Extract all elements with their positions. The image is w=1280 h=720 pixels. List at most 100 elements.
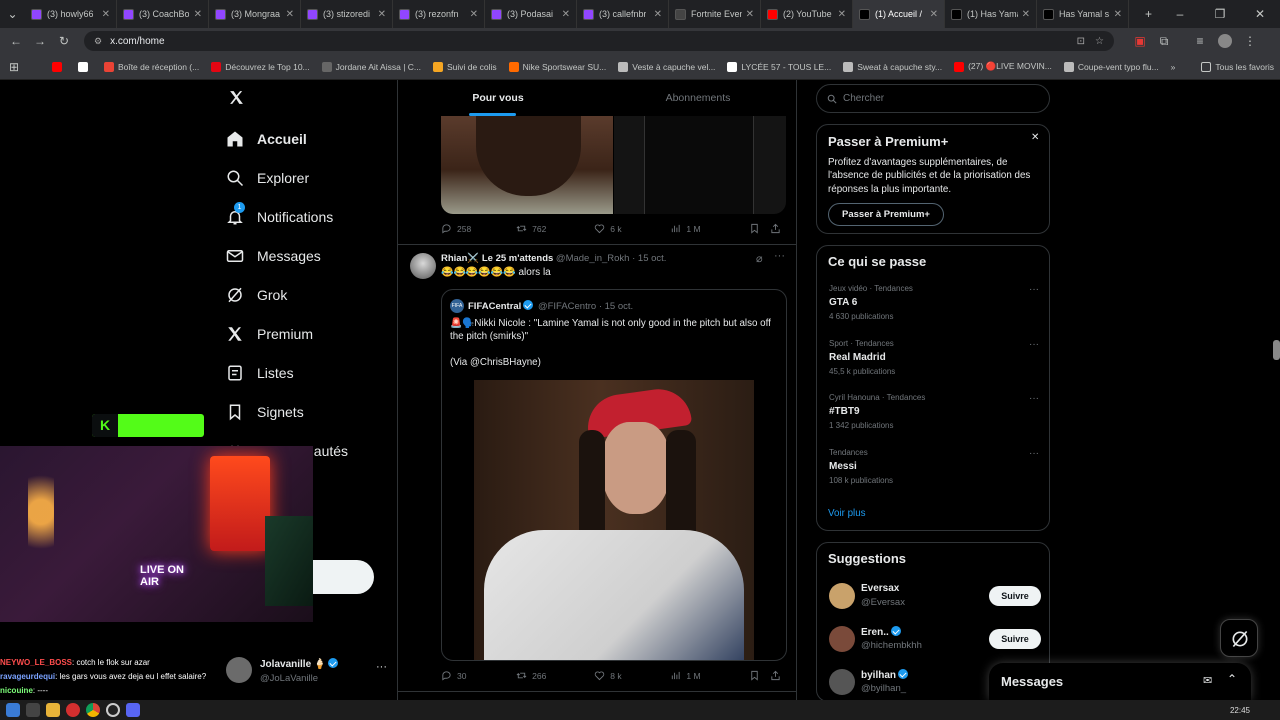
browser-tab[interactable]: (3) callefnbr ✕ bbox=[577, 0, 669, 28]
suggestion-avatar[interactable] bbox=[829, 583, 855, 609]
bookmark-item[interactable]: Coupe-vent typo flu... bbox=[1058, 61, 1165, 72]
url-input[interactable]: ⚙ x.com/home ⊡ ☆ bbox=[84, 31, 1114, 51]
tweet-more-icon[interactable]: ··· bbox=[774, 250, 785, 262]
views-button[interactable]: 1 M bbox=[670, 670, 748, 681]
trend-more-icon[interactable]: ··· bbox=[1029, 339, 1039, 350]
tab-close-icon[interactable]: ✕ bbox=[1110, 9, 1122, 20]
share-button[interactable] bbox=[770, 223, 786, 234]
taskbar-time[interactable]: 22:45 bbox=[1230, 706, 1250, 715]
scrollbar-thumb[interactable] bbox=[1273, 340, 1280, 360]
quote-photo[interactable] bbox=[474, 380, 754, 660]
minimize-icon[interactable]: – bbox=[1160, 7, 1200, 21]
bookmark-item[interactable]: (27) 🔴LIVE MOVIN... bbox=[948, 61, 1058, 72]
start-icon[interactable] bbox=[6, 703, 20, 717]
suggestion-item[interactable]: Eren.. @hichembkhh Suivre bbox=[829, 626, 1041, 656]
browser-tab[interactable]: (1) Accueil / ✕ bbox=[852, 0, 945, 28]
profile-avatar[interactable] bbox=[1218, 34, 1232, 48]
trend-item[interactable]: Sport · Tendances Real Madrid 45,5 k pub… bbox=[829, 339, 1039, 376]
opera-icon[interactable] bbox=[66, 703, 80, 717]
tweet-handle[interactable]: @Made_in_Rokh bbox=[556, 253, 630, 264]
tab-close-icon[interactable]: ✕ bbox=[374, 9, 386, 20]
trend-more-icon[interactable]: ··· bbox=[1029, 393, 1039, 404]
nav-bookmarks[interactable]: Signets bbox=[226, 403, 304, 421]
bookmark-button[interactable] bbox=[749, 670, 770, 681]
all-bookmarks[interactable]: Tous les favoris bbox=[1195, 61, 1280, 72]
views-button[interactable]: 1 M bbox=[670, 223, 748, 234]
tab-close-icon[interactable]: ✕ bbox=[926, 9, 938, 20]
browser-tab[interactable]: Fortnite Even ✕ bbox=[669, 0, 761, 28]
bookmark-item[interactable]: Nike Sportswear SU... bbox=[503, 61, 613, 72]
trend-more-icon[interactable]: ··· bbox=[1029, 284, 1039, 295]
browser-tab[interactable]: (3) stizoredi ✕ bbox=[301, 0, 393, 28]
nav-messages[interactable]: Messages bbox=[226, 247, 321, 265]
more-icon[interactable]: ··· bbox=[376, 661, 387, 673]
retweet-button[interactable]: 762 bbox=[516, 223, 594, 234]
messages-drawer[interactable]: Messages ✉ ⌃ bbox=[989, 663, 1251, 700]
extensions-puzzle-icon[interactable]: ⧉ bbox=[1152, 34, 1176, 49]
post-button[interactable] bbox=[306, 560, 374, 594]
browser-menu-icon[interactable]: ⋮ bbox=[1238, 34, 1262, 48]
like-button[interactable]: 8 k bbox=[594, 670, 670, 681]
back-icon[interactable]: ← bbox=[4, 34, 28, 48]
tab-close-icon[interactable]: ✕ bbox=[466, 9, 478, 20]
reload-icon[interactable]: ↻ bbox=[52, 34, 76, 48]
obs-icon[interactable] bbox=[106, 703, 120, 717]
tab-close-icon[interactable]: ✕ bbox=[650, 9, 662, 20]
tab-close-icon[interactable]: ✕ bbox=[834, 9, 846, 20]
bookmark-item[interactable] bbox=[72, 61, 98, 72]
bookmark-item[interactable]: Jordane Ait Aissa | C... bbox=[316, 61, 427, 72]
bookmark-item[interactable]: Boîte de réception (... bbox=[98, 61, 205, 72]
tab-close-icon[interactable]: ✕ bbox=[1018, 9, 1030, 20]
bookmark-item[interactable]: Suivi de colis bbox=[427, 61, 503, 72]
close-window-icon[interactable]: ✕ bbox=[1240, 7, 1280, 21]
follow-button[interactable]: Suivre bbox=[989, 629, 1041, 649]
reply-button[interactable]: 30 bbox=[441, 670, 516, 681]
apps-icon[interactable]: ⊞ bbox=[2, 60, 26, 74]
tweet-author[interactable]: Rhian⚔️ Le 25 m'attends bbox=[441, 253, 553, 264]
trend-item[interactable]: Jeux vidéo · Tendances GTA 6 4 630 publi… bbox=[829, 284, 1039, 321]
bookmark-item[interactable]: LYCÉE 57 - TOUS LE... bbox=[721, 61, 837, 72]
bookmarks-overflow-icon[interactable]: » bbox=[1165, 62, 1182, 72]
media-icon[interactable]: ≡ bbox=[1188, 34, 1212, 48]
account-switcher[interactable]: Jolavanille 🍦 @JoLaVanille ··· bbox=[226, 655, 387, 689]
new-tab-icon[interactable]: + bbox=[1137, 7, 1160, 21]
forward-icon[interactable]: → bbox=[28, 34, 52, 48]
browser-tab[interactable]: (3) Podasai ✕ bbox=[485, 0, 577, 28]
browser-tab[interactable]: (3) Mongraa ✕ bbox=[209, 0, 301, 28]
bookmark-item[interactable]: Veste à capuche vel... bbox=[612, 61, 721, 72]
browser-tab[interactable]: (1) Has Yama ✕ bbox=[945, 0, 1037, 28]
bookmark-item[interactable]: Sweat à capuche sty... bbox=[837, 61, 948, 72]
show-more-link[interactable]: Voir plus bbox=[828, 508, 866, 519]
quote-tweet[interactable]: FIFA FIFACentral @FIFACentro · 15 oct. 🚨… bbox=[441, 289, 787, 661]
tab-close-icon[interactable]: ✕ bbox=[282, 9, 294, 20]
follow-button[interactable]: Suivre bbox=[989, 586, 1041, 606]
nav-lists[interactable]: Listes bbox=[226, 364, 294, 382]
suggestion-avatar[interactable] bbox=[829, 669, 855, 695]
bookmark-button[interactable] bbox=[749, 223, 770, 234]
expand-icon[interactable]: ⌃ bbox=[1227, 672, 1237, 686]
like-button[interactable]: 6 k bbox=[594, 223, 670, 234]
page-scrollbar[interactable] bbox=[1273, 82, 1280, 700]
tab-close-icon[interactable]: ✕ bbox=[190, 9, 202, 20]
bookmark-item[interactable] bbox=[46, 61, 72, 72]
close-icon[interactable]: ✕ bbox=[1031, 132, 1039, 143]
site-info-icon[interactable]: ⚙ bbox=[94, 36, 102, 47]
trend-more-icon[interactable]: ··· bbox=[1029, 448, 1039, 459]
browser-tab[interactable]: (2) YouTube ✕ bbox=[761, 0, 853, 28]
install-icon[interactable]: ⊡ bbox=[1077, 36, 1085, 47]
nav-grok[interactable]: Grok bbox=[226, 286, 287, 304]
discord-icon[interactable] bbox=[126, 703, 140, 717]
browser-tab[interactable]: (3) CoachBo ✕ bbox=[117, 0, 209, 28]
tab-close-icon[interactable]: ✕ bbox=[98, 9, 110, 20]
tab-close-icon[interactable]: ✕ bbox=[558, 9, 570, 20]
tab-following[interactable]: Abonnements bbox=[598, 80, 796, 116]
suggestion-item[interactable]: Eversax @Eversax Suivre bbox=[829, 583, 1041, 613]
trend-item[interactable]: Tendances Messi 108 k publications ··· bbox=[829, 448, 1039, 485]
tab-search-icon[interactable]: ⌄ bbox=[0, 7, 25, 21]
grok-float-button[interactable] bbox=[1220, 619, 1258, 657]
bookmark-item[interactable]: Découvrez le Top 10... bbox=[205, 61, 315, 72]
retweet-button[interactable]: 266 bbox=[516, 670, 594, 681]
browser-tab[interactable]: Has Yamal s ✕ bbox=[1037, 0, 1129, 28]
trend-item[interactable]: Cyril Hanouna · Tendances #TBT9 1 342 pu… bbox=[829, 393, 1039, 430]
search-input[interactable]: Chercher bbox=[816, 84, 1050, 113]
